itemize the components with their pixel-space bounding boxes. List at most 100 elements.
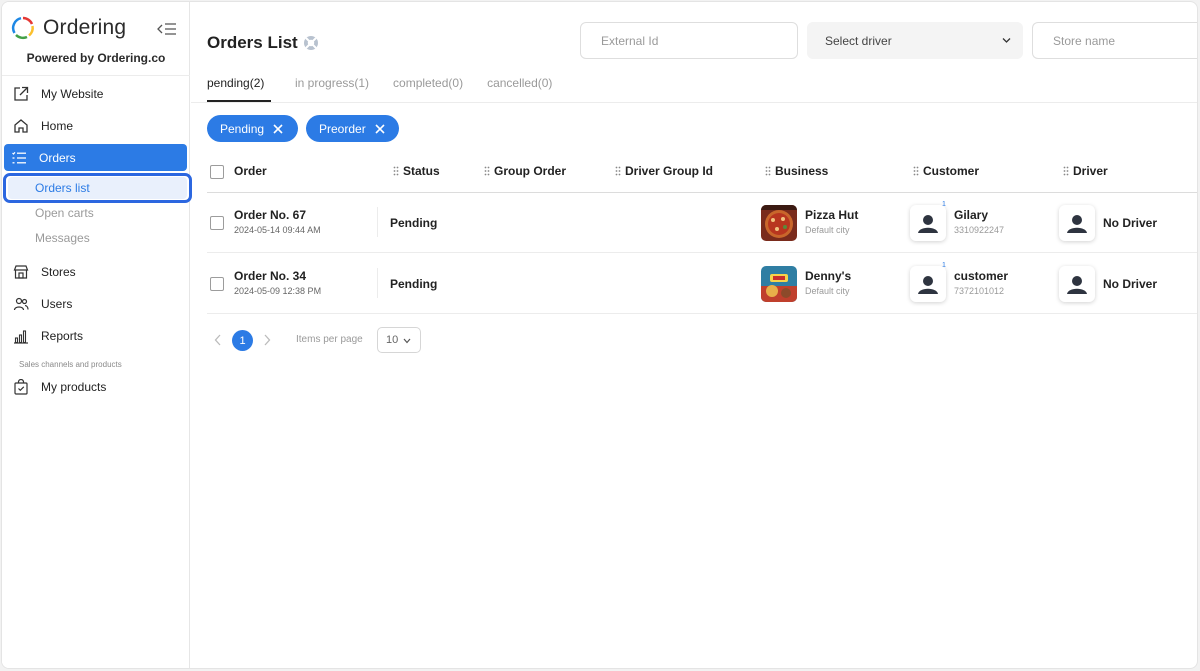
drag-handle-icon[interactable] xyxy=(765,166,771,176)
column-label: Business xyxy=(775,164,829,178)
driver-name: No Driver xyxy=(1103,277,1158,291)
sidebar: Ordering Powered by Ordering.co My Websi… xyxy=(2,2,192,668)
column-header-business[interactable]: Business xyxy=(765,164,828,178)
sidebar-item-reports[interactable]: Reports xyxy=(10,323,186,349)
tab-in-progress[interactable]: in progress(1) xyxy=(295,76,369,102)
page-title: Orders List xyxy=(207,33,298,52)
brand-logo[interactable]: Ordering xyxy=(11,14,126,42)
brand-name: Ordering xyxy=(43,16,127,39)
items-per-page-select[interactable]: 10 xyxy=(377,327,421,353)
status-tabs: pending(2) in progress(1) completed(0) c… xyxy=(207,76,576,102)
customer-name: Gilary xyxy=(954,208,989,222)
table-header: Order Status Group Order Driver Group Id… xyxy=(207,152,1197,193)
column-label: Group Order xyxy=(494,164,567,178)
home-icon xyxy=(12,117,30,135)
customer-avatar xyxy=(910,266,946,302)
store-name-input[interactable]: Store name xyxy=(1032,22,1197,59)
drag-handle-icon[interactable] xyxy=(393,166,399,176)
items-per-page-value: 10 xyxy=(386,334,399,346)
sidebar-item-home[interactable]: Home xyxy=(10,113,186,139)
tab-cancelled[interactable]: cancelled(0) xyxy=(487,76,552,102)
driver-select[interactable]: Select driver xyxy=(807,22,1023,59)
sidebar-item-users[interactable]: Users xyxy=(10,291,186,317)
business-city: Default city xyxy=(805,286,850,296)
filter-chip-preorder[interactable]: Preorder xyxy=(306,115,399,142)
order-number: Order No. 67 xyxy=(234,208,307,222)
external-id-input[interactable]: External Id xyxy=(580,22,798,59)
drag-handle-icon[interactable] xyxy=(913,166,919,176)
tabs-divider xyxy=(191,102,1197,103)
help-lifebuoy-icon[interactable] xyxy=(303,35,319,51)
driver-name: No Driver xyxy=(1103,216,1158,230)
chip-label: Preorder xyxy=(319,121,366,136)
customer-badge: 1 xyxy=(942,262,946,269)
order-date: 2024-05-14 09:44 AM xyxy=(234,225,321,235)
page-number-current[interactable]: 1 xyxy=(232,330,253,351)
order-status: Pending xyxy=(390,277,438,291)
sidebar-section-label: Sales channels and products xyxy=(19,360,122,369)
user-avatar-icon xyxy=(1067,215,1087,233)
column-header-driver[interactable]: Driver xyxy=(1063,164,1108,178)
column-header-status[interactable]: Status xyxy=(393,164,440,178)
tab-pending[interactable]: pending(2) xyxy=(207,76,271,102)
sidebar-item-orders[interactable]: Orders xyxy=(4,144,187,171)
user-avatar-icon xyxy=(918,276,938,294)
select-all-checkbox[interactable] xyxy=(210,165,224,179)
business-name: Pizza Hut xyxy=(805,208,859,222)
main-content: Orders List External Id Select driver St… xyxy=(191,2,1197,668)
order-status: Pending xyxy=(390,216,438,230)
business-city: Default city xyxy=(805,225,850,235)
sidebar-item-label: My Website xyxy=(41,87,104,101)
drag-handle-icon[interactable] xyxy=(484,166,490,176)
chevron-left-icon[interactable] xyxy=(213,333,223,347)
drag-handle-icon[interactable] xyxy=(615,166,621,176)
driver-select-value: Select driver xyxy=(825,33,892,48)
sidebar-item-label: Users xyxy=(41,297,73,311)
user-avatar-icon xyxy=(1067,276,1087,294)
table-row[interactable]: Order No. 67 2024-05-14 09:44 AM Pending… xyxy=(207,193,1197,253)
row-checkbox[interactable] xyxy=(210,216,224,230)
order-number: Order No. 34 xyxy=(234,269,307,283)
customer-avatar xyxy=(910,205,946,241)
column-label: Status xyxy=(403,164,440,178)
column-label: Order xyxy=(234,164,267,178)
ordering-logo-icon xyxy=(11,16,34,40)
sidebar-item-my-website[interactable]: My Website xyxy=(10,81,186,107)
chevron-down-icon xyxy=(403,338,411,344)
table-row[interactable]: Order No. 34 2024-05-09 12:38 PM Pending… xyxy=(207,254,1197,314)
sidebar-item-label: My products xyxy=(41,380,107,394)
sidebar-subitem-orders-list[interactable]: Orders list xyxy=(35,181,90,195)
drag-handle-icon[interactable] xyxy=(1063,166,1069,176)
tab-completed[interactable]: completed(0) xyxy=(393,76,463,102)
customer-badge: 1 xyxy=(942,201,946,208)
column-header-order[interactable]: Order xyxy=(234,164,267,178)
sidebar-subitem-open-carts[interactable]: Open carts xyxy=(35,206,94,220)
sidebar-item-stores[interactable]: Stores xyxy=(10,259,186,285)
filter-chip-pending[interactable]: Pending xyxy=(207,115,298,142)
sidebar-item-my-products[interactable]: My products xyxy=(10,374,186,400)
customer-phone: 7372101012 xyxy=(954,286,1005,296)
close-icon[interactable] xyxy=(272,123,284,135)
external-link-icon xyxy=(12,85,30,103)
store-icon xyxy=(12,263,30,281)
business-logo xyxy=(761,205,797,241)
app-window: Ordering Powered by Ordering.co My Websi… xyxy=(1,1,1198,669)
customer-phone: 3310922247 xyxy=(954,225,1005,235)
chevron-right-icon[interactable] xyxy=(262,333,272,347)
users-icon xyxy=(12,295,30,313)
column-header-group-order[interactable]: Group Order xyxy=(484,164,566,178)
close-icon[interactable] xyxy=(374,123,386,135)
sidebar-subitem-messages[interactable]: Messages xyxy=(35,231,90,245)
order-date: 2024-05-09 12:38 PM xyxy=(234,286,322,296)
column-header-driver-group-id[interactable]: Driver Group Id xyxy=(615,164,713,178)
powered-by: Powered by Ordering.co xyxy=(26,51,166,65)
cell-divider xyxy=(377,268,378,298)
business-name: Denny's xyxy=(805,269,852,283)
sidebar-divider xyxy=(2,75,190,76)
row-checkbox[interactable] xyxy=(210,277,224,291)
chevron-down-icon xyxy=(1002,38,1011,43)
collapse-sidebar-icon[interactable] xyxy=(156,20,178,38)
chip-label: Pending xyxy=(220,121,265,136)
business-logo xyxy=(761,266,797,302)
column-header-customer[interactable]: Customer xyxy=(913,164,979,178)
